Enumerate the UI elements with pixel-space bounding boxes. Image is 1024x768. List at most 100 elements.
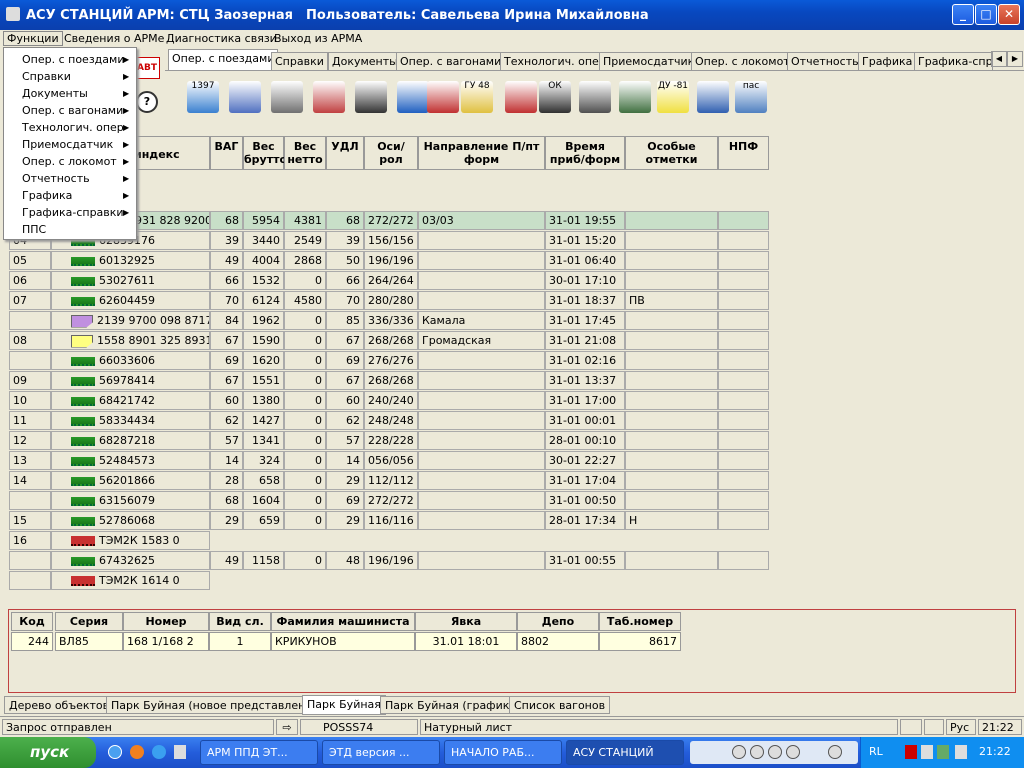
toolbar-icon[interactable]: [579, 81, 611, 113]
loco-cell[interactable]: 244: [11, 632, 53, 651]
minimize-button[interactable]: _: [952, 4, 974, 25]
auto-icon[interactable]: АВТ: [134, 57, 160, 79]
loco-cell[interactable]: 8617: [599, 632, 681, 651]
tab-receiver[interactable]: Приемосдатчик: [599, 52, 699, 70]
menu-diagnostics[interactable]: Диагностика связи: [166, 32, 277, 45]
table-cell[interactable]: ТЭМ2К 1614 0: [51, 571, 210, 590]
tab-graphics[interactable]: Графика: [858, 52, 917, 70]
table-cell: 69: [326, 351, 364, 370]
tab-park-graphics[interactable]: Парк Буйная (графика): [380, 696, 526, 714]
loco-cell[interactable]: 1: [209, 632, 271, 651]
browser-quicklaunch-icon[interactable]: [152, 745, 166, 759]
security-icon[interactable]: [937, 745, 949, 759]
tab-loco-ops[interactable]: Опер. с локомот: [691, 52, 794, 70]
monitor-icon[interactable]: [955, 745, 967, 759]
table-cell[interactable]: 62604459: [51, 291, 210, 310]
menu-functions[interactable]: Функции: [3, 31, 63, 46]
table-cell[interactable]: 52484573: [51, 451, 210, 470]
loco-cell[interactable]: 31.01 18:01: [415, 632, 517, 651]
dropdown-item[interactable]: Опер. с локомот: [22, 155, 117, 168]
toolbar-icon[interactable]: [355, 81, 387, 113]
table-cell[interactable]: 60132925: [51, 251, 210, 270]
toolbar-icon[interactable]: ГУ 48: [461, 81, 493, 113]
tab-inquiries[interactable]: Справки: [271, 52, 328, 70]
task-asu-stations[interactable]: АСУ СТАНЦИЙ: [566, 740, 684, 765]
dropdown-item[interactable]: ППС: [22, 223, 46, 236]
tab-park[interactable]: Парк Буйная: [302, 695, 386, 715]
prev-icon[interactable]: [768, 745, 782, 759]
stop-icon[interactable]: [750, 745, 764, 759]
toolbar-icon[interactable]: 1397: [187, 81, 219, 113]
toolbar-icon[interactable]: пас: [735, 81, 767, 113]
task-start-work[interactable]: НАЧАЛО РАБ...: [444, 740, 562, 765]
menu-exit[interactable]: Выход из АРМА: [274, 32, 362, 45]
task-etd[interactable]: ЭТД версия ...: [322, 740, 440, 765]
maximize-button[interactable]: □: [975, 4, 997, 25]
tab-graphics-inquiries[interactable]: Графика-спра: [914, 52, 993, 70]
table-cell[interactable]: 53027611: [51, 271, 210, 290]
loco-cell[interactable]: КРИКУНОВ: [271, 632, 415, 651]
dropdown-item[interactable]: Опер. с поездами: [22, 53, 124, 66]
tab-park-new-view[interactable]: Парк Буйная (новое представление): [106, 696, 329, 714]
start-button[interactable]: пуск: [0, 737, 96, 768]
table-cell[interactable]: 63156079: [51, 491, 210, 510]
eject-icon[interactable]: [828, 745, 842, 759]
toolbar-icon[interactable]: ДУ -81: [657, 81, 689, 113]
tab-documents[interactable]: Документы: [328, 52, 402, 70]
tab-wagon-list[interactable]: Список вагонов: [509, 696, 611, 714]
dropdown-item[interactable]: Отчетность: [22, 172, 90, 185]
dropdown-item[interactable]: Приемосдатчик: [22, 138, 113, 151]
tab-scroll-left-button[interactable]: ◀: [991, 51, 1007, 67]
dropdown-item[interactable]: Технологич. опер: [22, 121, 124, 134]
tab-reports[interactable]: Отчетность: [787, 52, 863, 70]
toolbar-icon[interactable]: [697, 81, 729, 113]
close-button[interactable]: ✕: [998, 4, 1020, 25]
network-icon[interactable]: [921, 745, 933, 759]
table-cell[interactable]: 2139 9700 098 8717: [51, 311, 210, 330]
help-icon[interactable]: ?: [136, 91, 158, 113]
table-cell[interactable]: 1558 8901 325 8931: [51, 331, 210, 350]
dropdown-item[interactable]: Справки: [22, 70, 71, 83]
toolbar-icon[interactable]: [397, 81, 429, 113]
table-cell[interactable]: 58334434: [51, 411, 210, 430]
table-cell[interactable]: 52786068: [51, 511, 210, 530]
loco-cell[interactable]: ВЛ85: [55, 632, 123, 651]
toolbar-icon[interactable]: ОК: [539, 81, 571, 113]
loco-cell[interactable]: 168 1/168 2: [123, 632, 209, 651]
toolbar-icon[interactable]: [427, 81, 459, 113]
toolbar-icon[interactable]: [229, 81, 261, 113]
toolbar-icon[interactable]: [271, 81, 303, 113]
firefox-quicklaunch-icon[interactable]: [130, 745, 144, 759]
dropdown-item[interactable]: Графика: [22, 189, 72, 202]
table-cell[interactable]: 56201866: [51, 471, 210, 490]
table-cell[interactable]: 66033606: [51, 351, 210, 370]
pause-icon[interactable]: [732, 745, 746, 759]
table-cell: 1604: [243, 491, 284, 510]
tab-train-ops[interactable]: Опер. с поездами: [168, 49, 279, 70]
toolbar-icon[interactable]: [619, 81, 651, 113]
next-icon[interactable]: [786, 745, 800, 759]
tab-object-tree[interactable]: Дерево объектов: [4, 696, 115, 714]
menu-arm-info[interactable]: Сведения о АРМе: [64, 32, 164, 45]
table-cell[interactable]: 68421742: [51, 391, 210, 410]
desktop-quicklaunch-icon[interactable]: [174, 745, 186, 759]
dropdown-item[interactable]: Графика-справки: [22, 206, 124, 219]
ie-quicklaunch-icon[interactable]: [108, 745, 122, 759]
antivirus-icon[interactable]: [905, 745, 917, 759]
loco-header: Таб.номер: [599, 612, 681, 631]
tab-tech-ops[interactable]: Технологич. опер: [500, 52, 610, 70]
toolbar-icon[interactable]: [505, 81, 537, 113]
dropdown-item[interactable]: Документы: [22, 87, 88, 100]
tab-scroll-right-button[interactable]: ▶: [1007, 51, 1023, 67]
table-cell[interactable]: 68287218: [51, 431, 210, 450]
tab-wagon-ops[interactable]: Опер. с вагонами: [396, 52, 506, 70]
dropdown-item[interactable]: Опер. с вагонами: [22, 104, 123, 117]
toolbar-icon[interactable]: [313, 81, 345, 113]
table-cell[interactable]: ТЭМ2К 1583 0: [51, 531, 210, 550]
tray-lang[interactable]: RL: [869, 745, 883, 758]
table-cell[interactable]: 56978414: [51, 371, 210, 390]
table-cell: 05: [9, 251, 51, 270]
loco-cell[interactable]: 8802: [517, 632, 599, 651]
table-cell[interactable]: 67432625: [51, 551, 210, 570]
task-arm-ppd[interactable]: АРМ ППД ЭТ...: [200, 740, 318, 765]
